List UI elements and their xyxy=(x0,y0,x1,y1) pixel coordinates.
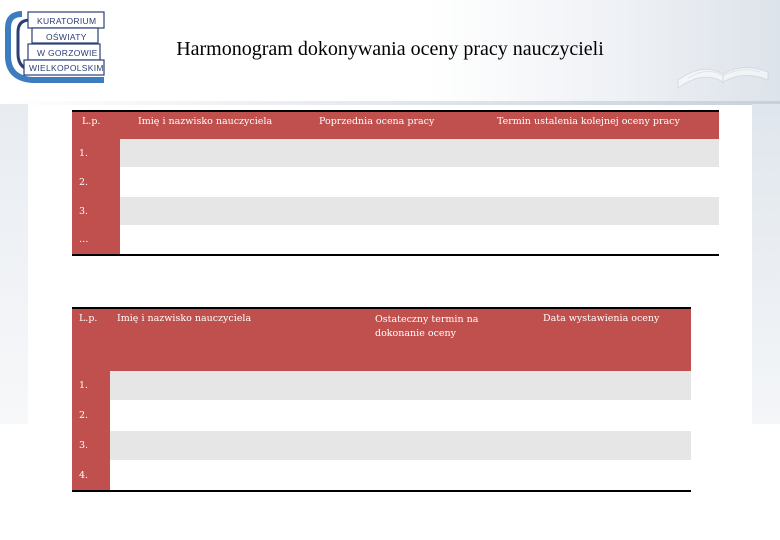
table-cell[interactable] xyxy=(120,167,305,197)
table-cell[interactable] xyxy=(305,167,487,197)
right-decor-panel xyxy=(752,104,780,424)
header-next-rating-date: Termin ustalenia kolejnej oceny pracy xyxy=(487,110,719,139)
table-cell[interactable] xyxy=(110,430,367,461)
row-number: 3. xyxy=(72,196,120,226)
table-cell[interactable] xyxy=(367,400,525,431)
table-cell[interactable] xyxy=(367,371,525,401)
table-row: … xyxy=(72,225,719,256)
table-cell[interactable] xyxy=(525,430,691,461)
table-cell[interactable] xyxy=(525,400,691,431)
header-teacher-name: Imię i nazwisko nauczyciela xyxy=(120,110,305,139)
table-row: 3. xyxy=(72,430,691,461)
logo-line-4: WIELKOPOLSKIM xyxy=(29,63,104,73)
header-previous-rating: Poprzednia ocena pracy xyxy=(305,110,487,139)
table-row: 3. xyxy=(72,196,719,226)
page-title: Harmonogram dokonywania oceny pracy nauc… xyxy=(176,38,604,60)
header-final-deadline: Ostateczny termin na dokonanie oceny xyxy=(367,307,525,371)
header-teacher-name: Imię i nazwisko nauczyciela xyxy=(110,307,367,371)
row-number: 1. xyxy=(72,139,120,168)
row-number: 1. xyxy=(72,371,110,401)
table-cell[interactable] xyxy=(367,430,525,461)
table-cell[interactable] xyxy=(367,460,525,492)
row-number: 2. xyxy=(72,167,120,197)
table-cell[interactable] xyxy=(120,139,305,168)
table-cell[interactable] xyxy=(487,196,719,226)
header-lp: L.p. xyxy=(72,307,110,371)
table-row: 4. xyxy=(72,460,691,492)
schedule-table-1: L.p. Imię i nazwisko nauczyciela Poprzed… xyxy=(72,110,719,256)
table-cell[interactable] xyxy=(305,196,487,226)
table-cell[interactable] xyxy=(487,139,719,168)
logo-line-1: KURATORIUM xyxy=(37,16,97,26)
table-cell[interactable] xyxy=(305,225,487,256)
row-number: … xyxy=(72,225,120,255)
table-cell[interactable] xyxy=(120,196,305,226)
table-row: 2. xyxy=(72,167,719,197)
row-number: 4. xyxy=(72,460,110,491)
table-cell[interactable] xyxy=(110,371,367,401)
header-lp: L.p. xyxy=(72,110,120,139)
table-row: 1. xyxy=(72,139,719,168)
table-cell[interactable] xyxy=(110,460,367,492)
book-decoration-icon xyxy=(677,67,769,89)
left-decor-panel xyxy=(0,104,28,424)
table-cell[interactable] xyxy=(525,371,691,401)
header-divider xyxy=(0,101,780,105)
header-issue-date: Data wystawienia oceny xyxy=(525,307,691,371)
schedule-table-2: L.p. Imię i nazwisko nauczyciela Ostatec… xyxy=(72,307,691,492)
table-cell[interactable] xyxy=(120,225,305,256)
row-number: 3. xyxy=(72,430,110,461)
table-cell[interactable] xyxy=(487,167,719,197)
table-header-row: L.p. Imię i nazwisko nauczyciela Poprzed… xyxy=(72,110,719,139)
table-row: 2. xyxy=(72,400,691,431)
table-cell[interactable] xyxy=(110,400,367,431)
table-cell[interactable] xyxy=(305,139,487,168)
table-row: 1. xyxy=(72,371,691,401)
table-cell[interactable] xyxy=(525,460,691,492)
row-number: 2. xyxy=(72,400,110,431)
table-cell[interactable] xyxy=(487,225,719,256)
table-header-row: L.p. Imię i nazwisko nauczyciela Ostatec… xyxy=(72,307,691,371)
